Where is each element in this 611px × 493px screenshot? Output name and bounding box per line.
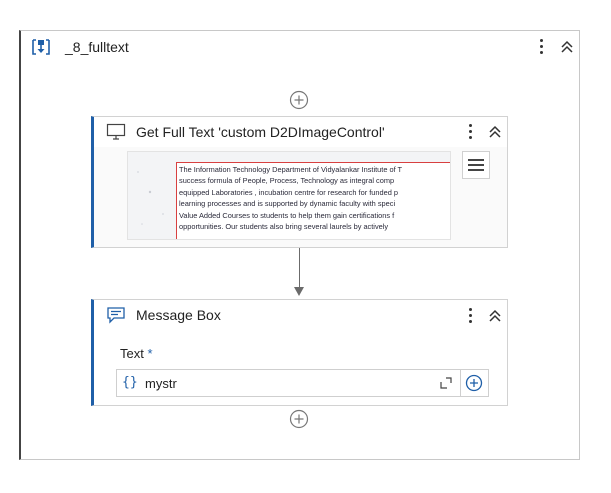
- preview-line: equipped Laboratories , incubation centr…: [179, 187, 398, 197]
- preview-line: The Information Technology Department of…: [179, 165, 403, 174]
- sequence-icon: [32, 39, 50, 55]
- message-box-more-options-icon[interactable]: [464, 306, 476, 326]
- add-activity-bottom-icon[interactable]: [289, 409, 309, 429]
- preview-line: opportunities. Our students also bring s…: [179, 222, 389, 232]
- sequence-more-options-icon[interactable]: [535, 37, 547, 57]
- message-bubble-icon: [107, 307, 125, 324]
- sequence-title: _8_fulltext: [65, 39, 129, 55]
- get-full-text-collapse-icon[interactable]: [488, 124, 502, 140]
- add-activity-top-icon[interactable]: [289, 90, 309, 110]
- text-field-label: Text *: [120, 346, 153, 361]
- target-options-menu-icon[interactable]: [462, 151, 490, 179]
- required-marker: *: [147, 346, 153, 361]
- text-field-add-button[interactable]: [461, 369, 489, 397]
- message-box-header[interactable]: Message Box: [94, 300, 507, 330]
- preview-text: The Information Technology Department of…: [179, 164, 450, 232]
- preview-line: learning processes and is supported by d…: [179, 199, 396, 209]
- get-full-text-title: Get Full Text 'custom D2DImageControl': [136, 124, 385, 140]
- text-field-value[interactable]: mystr: [145, 376, 177, 391]
- flow-connector-line: [299, 248, 300, 288]
- plus-circle-icon: [465, 374, 483, 392]
- message-box-collapse-icon[interactable]: [488, 308, 502, 324]
- preview-line: success formula of People, Process, Tech…: [179, 176, 395, 186]
- get-full-text-activity[interactable]: Get Full Text 'custom D2DImageControl' T…: [91, 116, 508, 248]
- text-field-label-text: Text: [120, 346, 144, 361]
- message-box-title: Message Box: [136, 307, 221, 323]
- sequence-collapse-icon[interactable]: [560, 39, 574, 55]
- get-full-text-body: The Information Technology Department of…: [94, 147, 507, 247]
- get-full-text-header[interactable]: Get Full Text 'custom D2DImageControl': [94, 117, 507, 147]
- preview-line: Value Added Courses to students to help …: [179, 210, 395, 220]
- expression-braces-icon[interactable]: {}: [122, 375, 138, 390]
- flow-arrow-icon: [294, 287, 304, 296]
- text-field-input[interactable]: {} mystr: [116, 369, 461, 397]
- target-screenshot-preview[interactable]: The Information Technology Department of…: [127, 151, 451, 240]
- sequence-header[interactable]: _8_fulltext: [21, 31, 579, 63]
- monitor-icon: [106, 123, 126, 140]
- preview-target-frame: The Information Technology Department of…: [176, 162, 450, 239]
- message-box-activity[interactable]: Message Box Text * {} mystr: [91, 299, 508, 406]
- expand-editor-icon[interactable]: [440, 377, 452, 389]
- get-full-text-more-options-icon[interactable]: [464, 122, 476, 142]
